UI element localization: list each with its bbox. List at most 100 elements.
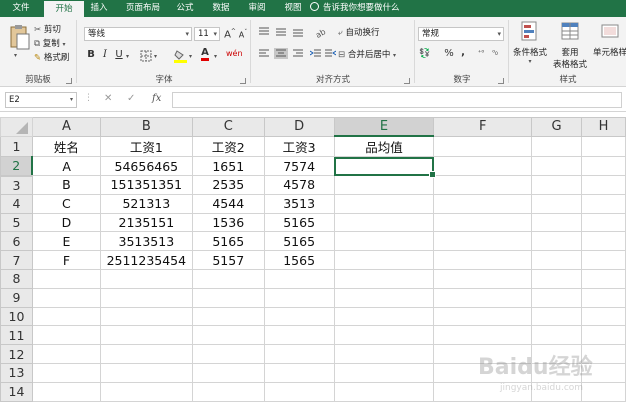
column-header-c[interactable]: C	[191, 117, 265, 137]
tab-data[interactable]: 数据	[208, 0, 234, 17]
cell-f3[interactable]	[433, 175, 533, 195]
cell-a7[interactable]: F	[31, 250, 101, 271]
format-painter-button[interactable]: ✎ 格式刷	[34, 51, 69, 63]
phonetic-button[interactable]: wén	[226, 49, 243, 58]
cell-e3[interactable]	[333, 175, 435, 195]
cell-d14[interactable]	[263, 381, 335, 402]
row-header[interactable]: 3	[0, 175, 33, 195]
cell-e8[interactable]	[333, 269, 435, 289]
cell-e6[interactable]	[333, 231, 435, 252]
font-launcher-icon[interactable]	[240, 78, 246, 84]
cell-a11[interactable]	[31, 325, 101, 346]
merge-center-button[interactable]: ⊟ 合并后居中 ▾	[338, 48, 396, 60]
cell-d2[interactable]: 7574	[263, 156, 335, 177]
cell-c14[interactable]	[191, 381, 265, 402]
cell-c10[interactable]	[191, 306, 265, 327]
formula-input[interactable]	[172, 92, 622, 108]
row-header[interactable]: 11	[0, 325, 33, 346]
column-header-f[interactable]: F	[433, 117, 533, 137]
orientation-icon[interactable]: ab	[316, 26, 330, 38]
cell-f10[interactable]	[433, 306, 533, 327]
cell-c6[interactable]: 5165	[191, 231, 265, 252]
cell-h2[interactable]	[581, 156, 626, 177]
cell-f6[interactable]	[433, 231, 533, 252]
cell-d11[interactable]	[263, 325, 335, 346]
cell-g7[interactable]	[531, 250, 583, 271]
row-header[interactable]: 5	[0, 212, 33, 233]
cell-e9[interactable]	[333, 287, 435, 308]
column-header-h[interactable]: H	[581, 117, 626, 137]
row-header[interactable]: 13	[0, 363, 33, 383]
cell-e1[interactable]: 品均值	[333, 135, 435, 158]
copy-button[interactable]: ⧉ 复制 ▾	[34, 37, 66, 49]
tab-page-layout[interactable]: 页面布局	[120, 0, 166, 17]
cell-a8[interactable]	[31, 269, 101, 289]
cell-f1[interactable]	[433, 135, 533, 158]
cell-e11[interactable]	[333, 325, 435, 346]
cell-h4[interactable]	[581, 193, 626, 214]
cancel-icon[interactable]: ✕	[104, 93, 112, 104]
row-header[interactable]: 1	[0, 135, 33, 158]
cell-d3[interactable]: 4578	[263, 175, 335, 195]
font-name-select[interactable]: 等线 ▾	[84, 27, 192, 41]
cell-h1[interactable]	[581, 135, 626, 158]
cell-d4[interactable]: 3513	[263, 193, 335, 214]
cell-g1[interactable]	[531, 135, 583, 158]
cell-e13[interactable]	[333, 363, 435, 383]
tab-formulas[interactable]: 公式	[172, 0, 198, 17]
decrease-decimal-button[interactable]: ⁰₀	[488, 49, 502, 57]
column-header-d[interactable]: D	[263, 117, 335, 137]
cell-a14[interactable]	[31, 381, 101, 402]
cell-c5[interactable]: 1536	[191, 212, 265, 233]
row-header[interactable]: 9	[0, 287, 33, 308]
cut-button[interactable]: ✂ 剪切	[34, 23, 61, 35]
cell-g12[interactable]	[531, 344, 583, 365]
cell-b3[interactable]: 151351351	[99, 175, 193, 195]
row-header[interactable]: 2	[0, 156, 34, 177]
cell-styles-button[interactable]: 单元格样	[590, 21, 626, 58]
cell-b9[interactable]	[99, 287, 193, 308]
cell-d6[interactable]: 5165	[263, 231, 335, 252]
cell-f4[interactable]	[433, 193, 533, 214]
cell-c12[interactable]	[191, 344, 265, 365]
cell-a9[interactable]	[31, 287, 101, 308]
cell-f2[interactable]	[433, 156, 533, 177]
underline-button[interactable]: U	[112, 49, 126, 60]
bold-button[interactable]: B	[84, 49, 98, 60]
column-header-b[interactable]: B	[99, 117, 193, 137]
row-header[interactable]: 7	[0, 250, 33, 271]
cell-d7[interactable]: 1565	[263, 250, 335, 271]
cell-c1[interactable]: 工资2	[191, 135, 265, 158]
cell-h14[interactable]	[581, 381, 626, 402]
cell-h6[interactable]	[581, 231, 626, 252]
cell-c4[interactable]: 4544	[191, 193, 265, 214]
cell-e2[interactable]	[333, 156, 437, 179]
fill-color-icon[interactable]	[174, 49, 187, 63]
cell-h12[interactable]	[581, 344, 626, 365]
number-format-select[interactable]: 常规 ▾	[418, 27, 504, 41]
conditional-formatting-button[interactable]: 条件格式 ▾	[510, 21, 550, 65]
vertical-align-icons[interactable]	[258, 26, 308, 38]
cell-h5[interactable]	[581, 212, 626, 233]
cell-d5[interactable]: 5165	[263, 212, 335, 233]
cell-c13[interactable]	[191, 363, 265, 383]
cell-a6[interactable]: E	[31, 231, 101, 252]
cell-b11[interactable]	[99, 325, 193, 346]
cell-c11[interactable]	[191, 325, 265, 346]
cell-f13[interactable]	[433, 363, 533, 383]
column-header-g[interactable]: G	[531, 117, 583, 137]
column-header-a[interactable]: A	[31, 117, 101, 137]
cell-b13[interactable]	[99, 363, 193, 383]
cell-a2[interactable]: A	[31, 156, 101, 177]
borders-icon[interactable]	[140, 50, 152, 62]
cell-e4[interactable]	[333, 193, 435, 214]
cell-g2[interactable]	[531, 156, 583, 177]
number-launcher-icon[interactable]	[498, 78, 504, 84]
cell-a1[interactable]: 姓名	[31, 135, 101, 158]
cell-e12[interactable]	[333, 344, 435, 365]
cell-d1[interactable]: 工资3	[263, 135, 335, 158]
cell-h7[interactable]	[581, 250, 626, 271]
column-header-e[interactable]: E	[333, 117, 435, 138]
cell-f8[interactable]	[433, 269, 533, 289]
tab-review[interactable]: 审阅	[244, 0, 270, 17]
